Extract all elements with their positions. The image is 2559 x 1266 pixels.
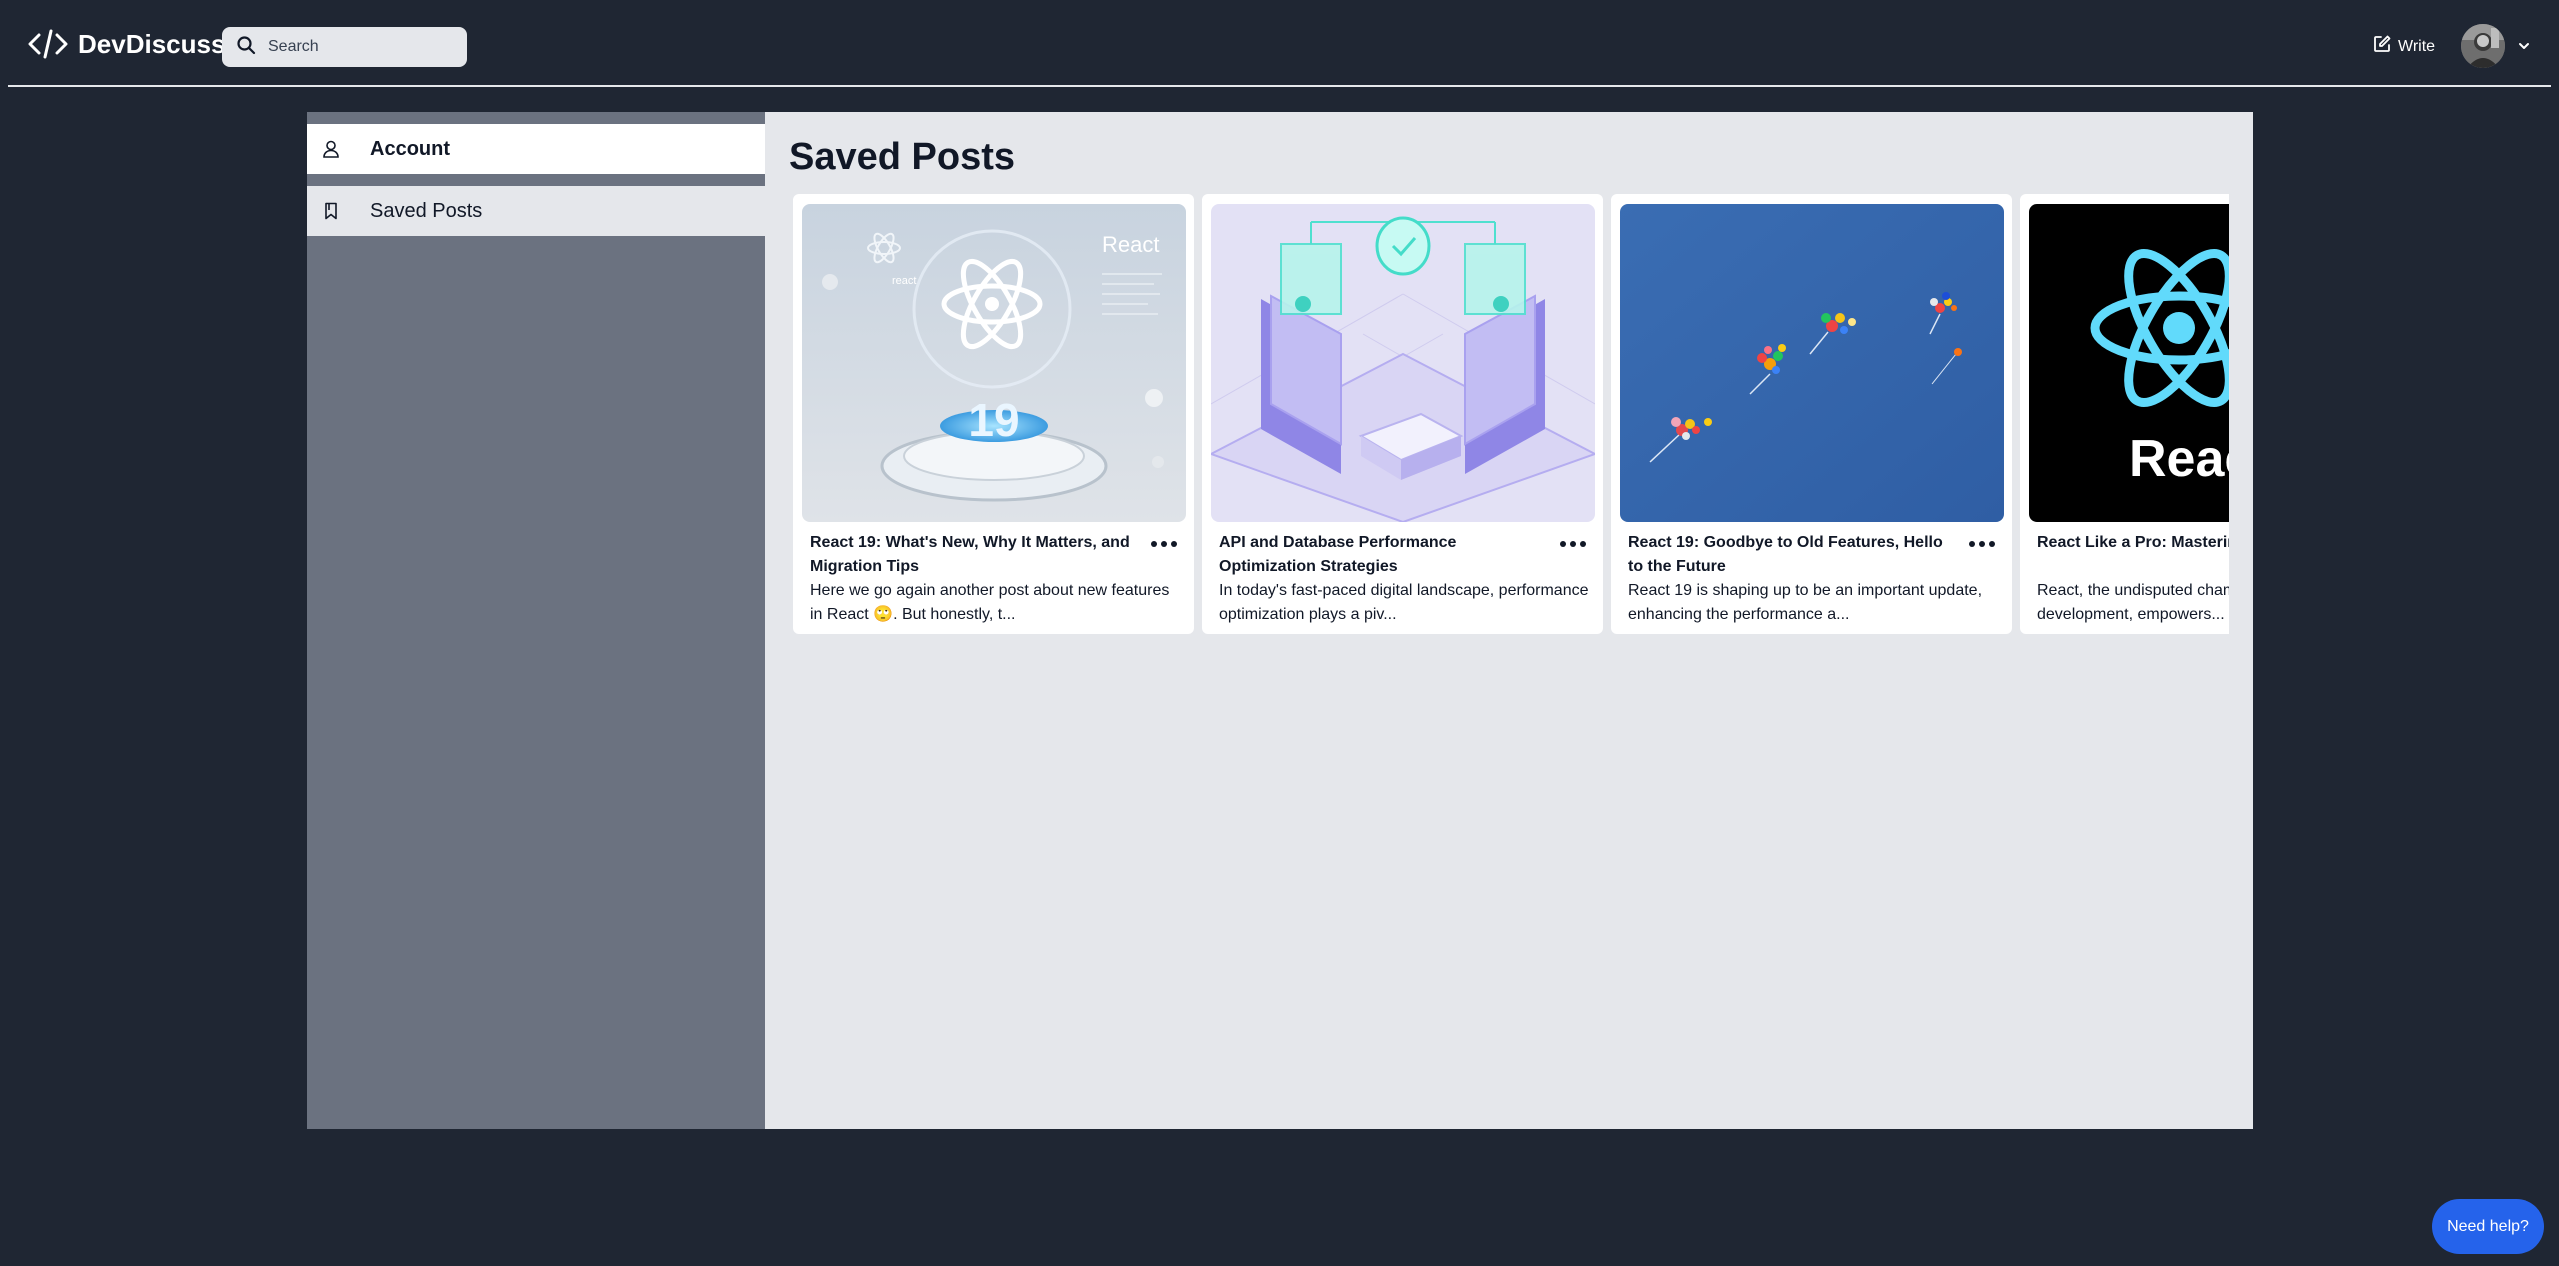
header-divider bbox=[8, 85, 2551, 87]
need-help-button[interactable]: Need help? bbox=[2432, 1199, 2544, 1254]
page-title: Saved Posts bbox=[789, 136, 1015, 178]
more-options-icon[interactable] bbox=[1151, 536, 1177, 552]
post-thumbnail[interactable]: React bbox=[2029, 204, 2229, 522]
chevron-down-icon[interactable] bbox=[2516, 38, 2532, 59]
write-button[interactable]: Write bbox=[2372, 34, 2435, 59]
more-options-icon[interactable] bbox=[1560, 536, 1586, 552]
sidebar-item-saved-posts[interactable]: Saved Posts bbox=[307, 186, 765, 236]
avatar[interactable] bbox=[2461, 24, 2505, 68]
search-icon bbox=[236, 35, 256, 60]
code-icon bbox=[28, 28, 68, 60]
top-navbar: DevDiscuss Write bbox=[0, 0, 2559, 87]
search-bar[interactable] bbox=[222, 27, 467, 67]
post-title[interactable]: React 19: Goodbye to Old Features, Hello… bbox=[1628, 531, 1948, 579]
post-excerpt: React, the undisputed champion of fronte… bbox=[2037, 582, 2229, 623]
brand-name: DevDiscuss bbox=[78, 28, 226, 59]
svg-text:react: react bbox=[892, 275, 916, 287]
post-card[interactable]: React React Like a Pro: Mastering React … bbox=[2020, 194, 2229, 634]
sidebar-item-label: Saved Posts bbox=[370, 199, 483, 222]
post-excerpt: Here we go again another post about new … bbox=[810, 582, 1170, 623]
sidebar-item-account[interactable]: Account bbox=[307, 124, 765, 174]
post-title[interactable]: React Like a Pro: Mastering React in 202… bbox=[2037, 531, 2229, 555]
thumbnail-number: 19 bbox=[968, 394, 1019, 446]
brand-link[interactable]: DevDiscuss bbox=[28, 28, 225, 60]
post-thumbnail[interactable]: React react 19 bbox=[802, 204, 1186, 522]
sidebar-item-label: Account bbox=[370, 137, 450, 160]
post-title[interactable]: React 19: What's New, Why It Matters, an… bbox=[810, 531, 1130, 579]
saved-posts-carousel[interactable]: React react 19 React 19: What's New, Why bbox=[793, 194, 2229, 636]
post-title[interactable]: API and Database Performance Optimizatio… bbox=[1219, 531, 1539, 579]
thumbnail-text: React bbox=[2129, 430, 2229, 488]
post-card[interactable]: API and Database Performance Optimizatio… bbox=[1202, 194, 1603, 634]
search-input[interactable] bbox=[268, 38, 448, 56]
post-thumbnail[interactable] bbox=[1620, 204, 2004, 522]
write-label: Write bbox=[2398, 37, 2436, 55]
bookmark-icon bbox=[321, 201, 341, 227]
post-card[interactable]: React react 19 React 19: What's New, Why bbox=[793, 194, 1194, 634]
sidebar bbox=[307, 112, 765, 1129]
thumbnail-text: React bbox=[1102, 232, 1159, 257]
post-thumbnail[interactable] bbox=[1211, 204, 1595, 522]
post-card[interactable]: React 19: Goodbye to Old Features, Hello… bbox=[1611, 194, 2012, 634]
post-excerpt: In today's fast-paced digital landscape,… bbox=[1219, 582, 1589, 623]
more-options-icon[interactable] bbox=[1969, 536, 1995, 552]
edit-icon bbox=[2372, 34, 2392, 59]
post-excerpt: React 19 is shaping up to be an importan… bbox=[1628, 582, 1983, 623]
user-icon bbox=[321, 139, 341, 165]
